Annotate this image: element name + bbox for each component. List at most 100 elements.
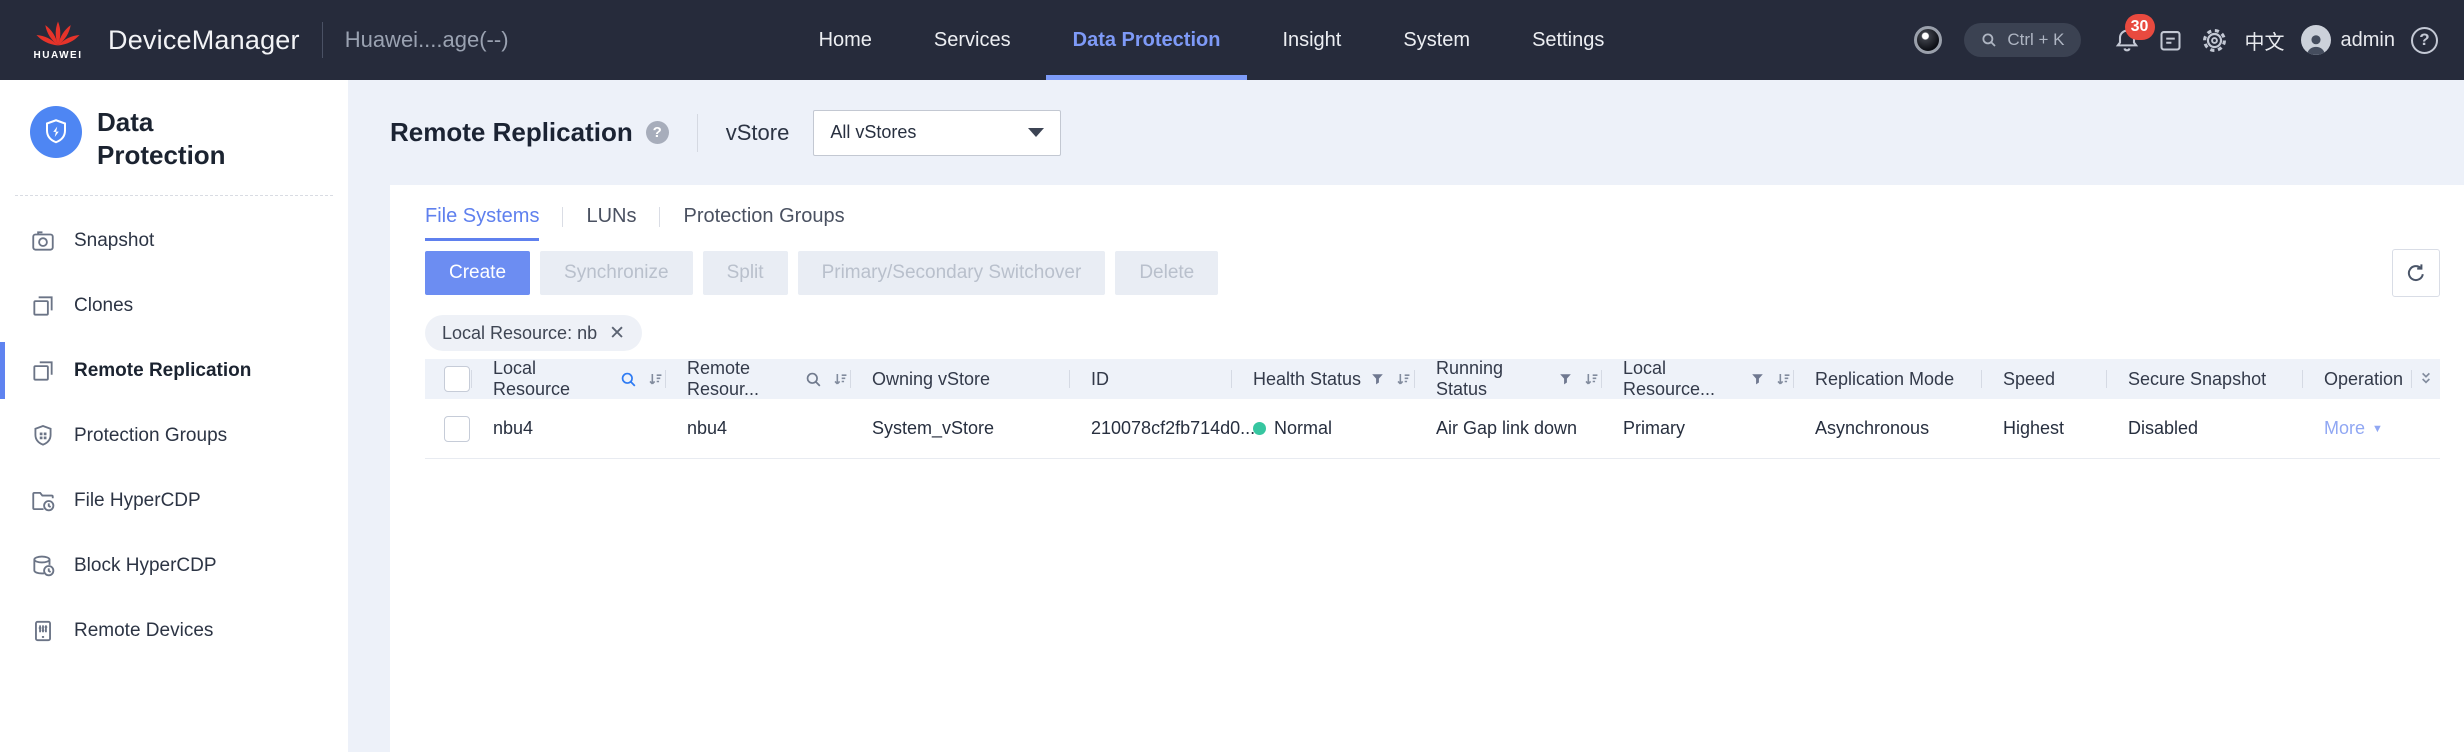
cell-speed: Highest (1981, 399, 2106, 458)
sidebar-item-protection-groups[interactable]: Protection Groups (0, 403, 348, 468)
cell-secure-snapshot: Disabled (2106, 399, 2302, 458)
refresh-icon (2404, 261, 2428, 285)
tab-separator (659, 207, 660, 227)
gear-icon[interactable] (2200, 26, 2229, 55)
nav-item-settings[interactable]: Settings (1505, 0, 1631, 80)
switchover-button[interactable]: Primary/Secondary Switchover (798, 251, 1106, 295)
person-icon (2303, 31, 2329, 55)
sort-icon[interactable] (1582, 370, 1601, 389)
vstore-selected-value: All vStores (830, 122, 916, 143)
sidebar-item-clones[interactable]: Clones (0, 273, 348, 338)
sort-icon[interactable] (1774, 370, 1793, 389)
huawei-wordmark: HUAWEI (34, 50, 83, 61)
camera-icon (30, 228, 56, 254)
navbar-divider (322, 22, 323, 58)
disk-clock-icon (30, 553, 56, 579)
data-protection-logo (30, 106, 82, 158)
replication-table: Local Resource Remote Resour... Ownin (425, 359, 2440, 459)
page-help-icon[interactable]: ? (646, 121, 669, 144)
cell-id: 210078cf2fb714d0... (1069, 399, 1231, 458)
sidebar-item-file-hypercdp[interactable]: File HyperCDP (0, 468, 348, 533)
filter-tag-label: Local Resource: nb (442, 323, 597, 344)
huawei-flower-icon (35, 19, 81, 49)
tab-file-systems[interactable]: File Systems (425, 205, 539, 241)
cell-replication-mode: Asynchronous (1793, 399, 1981, 458)
device-name[interactable]: Huawei....age(--) (345, 27, 509, 53)
shield-bolt-icon (41, 117, 71, 147)
filter-funnel-icon[interactable] (1557, 371, 1574, 388)
synchronize-button[interactable]: Synchronize (540, 251, 693, 295)
huawei-logo: HUAWEI (26, 19, 90, 61)
tab-luns[interactable]: LUNs (586, 205, 636, 241)
delete-button[interactable]: Delete (1115, 251, 1218, 295)
filter-funnel-icon[interactable] (1369, 371, 1386, 388)
top-navbar: HUAWEI DeviceManager Huawei....age(--) H… (0, 0, 2464, 80)
sort-icon[interactable] (646, 370, 665, 389)
select-all-checkbox[interactable] (444, 366, 470, 392)
cell-running-status: Air Gap link down (1414, 399, 1601, 458)
language-switcher[interactable]: 中文 (2245, 26, 2285, 55)
refresh-button[interactable] (2392, 249, 2440, 297)
nav-item-data-protection[interactable]: Data Protection (1046, 0, 1248, 80)
cell-health-status: Normal (1231, 399, 1414, 458)
cell-local-resource: nbu4 (471, 399, 665, 458)
sort-icon[interactable] (831, 370, 850, 389)
notifications-button[interactable]: 30 (2113, 26, 2141, 54)
message-list-icon[interactable] (2157, 27, 2184, 54)
column-search-icon[interactable] (804, 370, 823, 389)
more-actions-link[interactable]: More ▼ (2324, 418, 2383, 439)
help-icon[interactable]: ? (2411, 27, 2438, 54)
sidebar-header: Data Protection (0, 80, 348, 172)
caret-down-icon: ▼ (2372, 423, 2383, 435)
device-panel-icon (30, 618, 56, 644)
content-card: File Systems LUNs Protection Groups Crea… (390, 185, 2464, 752)
table-row: nbu4 nbu4 System_vStore 210078cf2fb714d0… (425, 399, 2440, 459)
page-title: Remote Replication (390, 117, 633, 148)
cell-owning-vstore: System_vStore (850, 399, 1069, 458)
column-search-active-icon[interactable] (619, 370, 638, 389)
cell-operation: More ▼ (2302, 399, 2411, 458)
create-button[interactable]: Create (425, 251, 530, 295)
page-header: Remote Replication ? vStore All vStores (390, 80, 2464, 185)
tab-protection-groups[interactable]: Protection Groups (683, 205, 844, 241)
nav-item-services[interactable]: Services (907, 0, 1038, 80)
column-settings-chevrons-icon[interactable] (2417, 370, 2435, 388)
split-button[interactable]: Split (703, 251, 788, 295)
avatar[interactable] (2301, 25, 2331, 55)
app-title: DeviceManager (108, 25, 300, 56)
chevron-down-icon (1028, 128, 1044, 137)
tab-bar: File Systems LUNs Protection Groups (425, 185, 2440, 241)
shield-grid-icon (30, 423, 56, 449)
search-shortcut: Ctrl + K (2007, 30, 2064, 50)
username[interactable]: admin (2341, 29, 2395, 52)
sidebar-divider (15, 195, 333, 196)
filter-tag-close-icon[interactable]: ✕ (609, 324, 625, 343)
vstore-label: vStore (726, 120, 790, 146)
tab-separator (562, 207, 563, 227)
sidebar-item-remote-devices[interactable]: Remote Devices (0, 598, 348, 663)
nav-item-insight[interactable]: Insight (1255, 0, 1368, 80)
global-search[interactable]: Ctrl + K (1964, 23, 2080, 57)
vstore-select[interactable]: All vStores (813, 110, 1061, 156)
main-nav: Home Services Data Protection Insight Sy… (792, 0, 1632, 80)
sidebar-item-snapshot[interactable]: Snapshot (0, 208, 348, 273)
cell-local-resource-role: Primary (1601, 399, 1793, 458)
health-status-dot (1253, 422, 1266, 435)
filter-funnel-icon[interactable] (1749, 371, 1766, 388)
notification-badge: 30 (2125, 14, 2155, 40)
filter-tag: Local Resource: nb ✕ (425, 315, 642, 351)
folder-clock-icon (30, 488, 56, 514)
sidebar-item-block-hypercdp[interactable]: Block HyperCDP (0, 533, 348, 598)
filter-row: Local Resource: nb ✕ (425, 315, 2440, 351)
toolbar: Create Synchronize Split Primary/Seconda… (425, 251, 2440, 295)
sidebar: Data Protection Snapshot Clones Remote R… (0, 80, 348, 752)
search-icon (1980, 31, 1998, 49)
main-content: Remote Replication ? vStore All vStores … (348, 80, 2464, 752)
row-checkbox[interactable] (444, 416, 470, 442)
sidebar-title: Data Protection (97, 106, 226, 172)
nav-item-home[interactable]: Home (792, 0, 899, 80)
sort-icon[interactable] (1394, 370, 1413, 389)
sidebar-item-remote-replication[interactable]: Remote Replication (0, 338, 348, 403)
nav-item-system[interactable]: System (1376, 0, 1497, 80)
theme-toggle-icon[interactable] (1914, 26, 1942, 54)
